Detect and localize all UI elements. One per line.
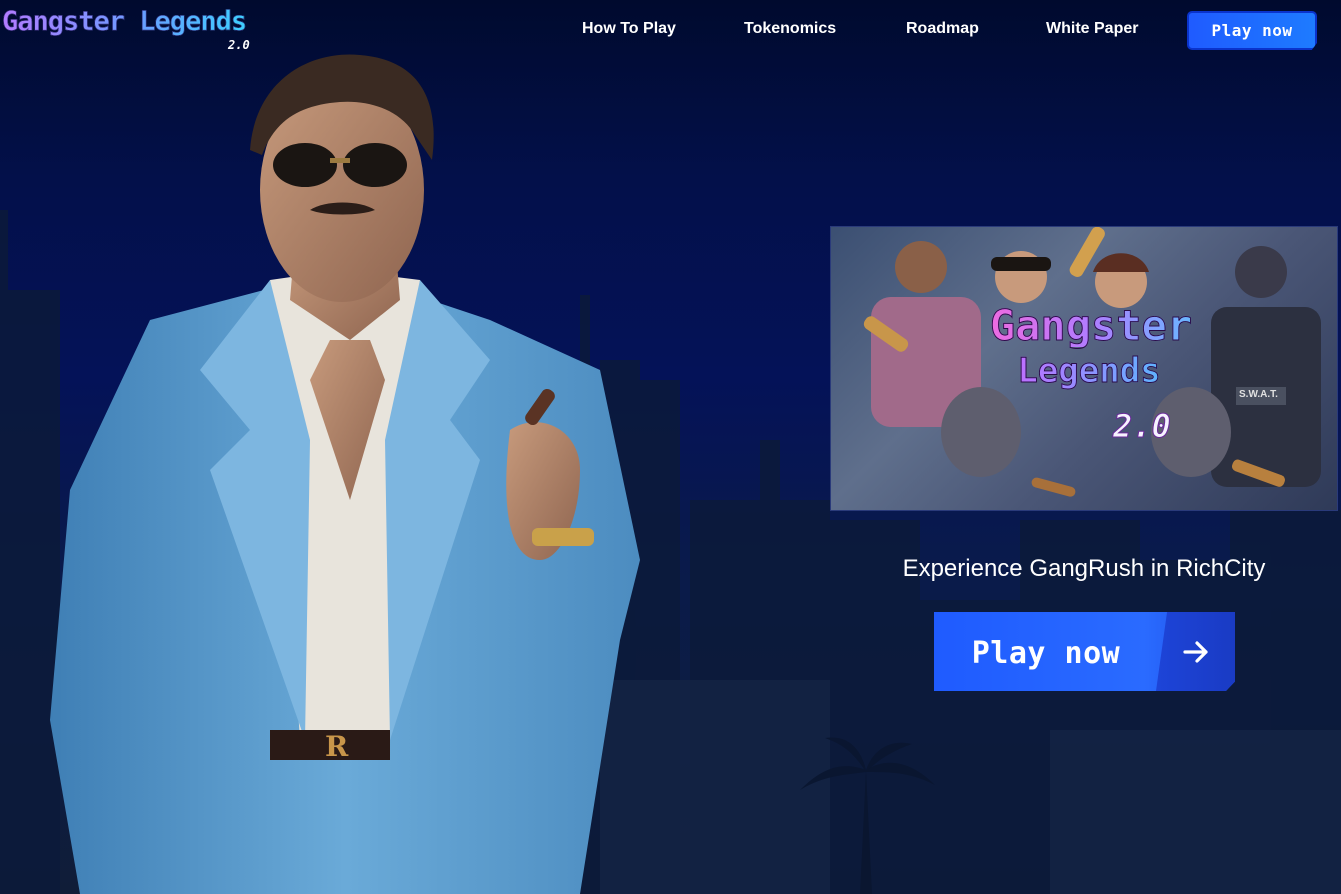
promo-version-text: 2.0 xyxy=(1113,407,1172,446)
nav-white-paper[interactable]: White Paper xyxy=(1046,20,1138,38)
hero-play-now-label: Play now xyxy=(971,636,1121,671)
game-promo-image[interactable]: Gangster Legends 2.0 S.W.A.T. xyxy=(830,226,1338,511)
hero-tagline: Experience GangRush in RichCity xyxy=(902,555,1266,582)
landing-page: Gangster Legends 2.0 How To Play Tokenom… xyxy=(0,0,1341,894)
gangster-character-illustration: R xyxy=(50,54,640,894)
nav-how-to-play[interactable]: How To Play xyxy=(582,20,676,38)
main-nav: How To Play Tokenomics Roadmap White Pap… xyxy=(0,20,1341,42)
promo-title-text: Gangster xyxy=(961,304,1221,347)
arrow-right-icon xyxy=(1183,641,1208,663)
swat-badge: S.W.A.T. xyxy=(1239,389,1278,400)
belt-buckle-letter: R xyxy=(325,730,349,763)
nav-roadmap[interactable]: Roadmap xyxy=(906,20,979,38)
header-play-now-button[interactable]: Play now xyxy=(1187,11,1317,50)
hero-play-now-button[interactable]: Play now xyxy=(934,612,1235,691)
promo-subtitle-text: Legends xyxy=(1009,351,1169,392)
nav-tokenomics[interactable]: Tokenomics xyxy=(744,20,836,38)
